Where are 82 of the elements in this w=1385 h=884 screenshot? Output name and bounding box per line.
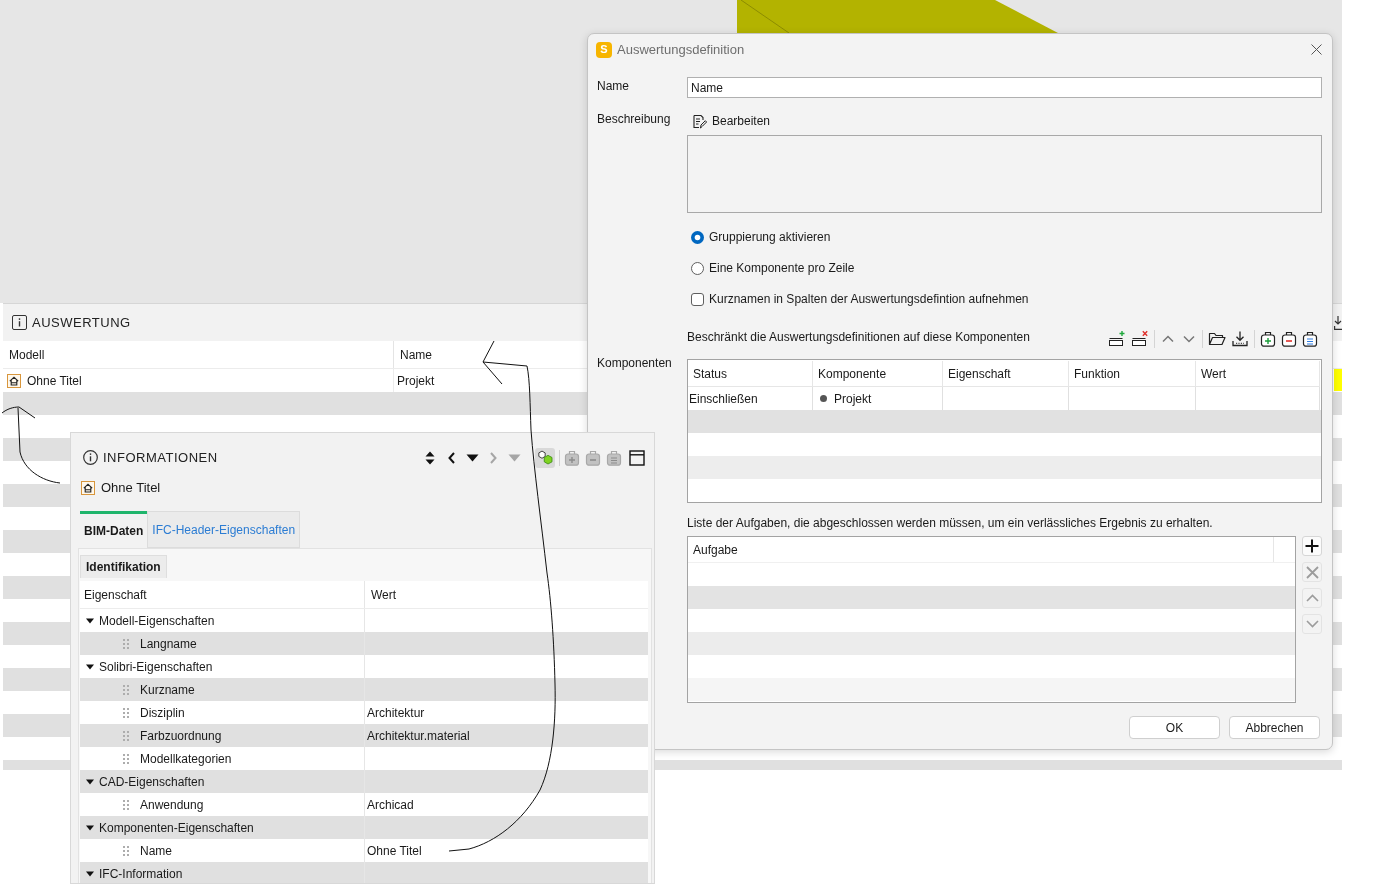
app-logo: S (596, 41, 612, 58)
column-header[interactable]: Modell (3, 341, 393, 368)
grip-icon (123, 707, 129, 718)
plus-icon (1305, 539, 1319, 553)
tree-item[interactable]: Kurzname (140, 680, 195, 699)
dialog-title: Auswertungsdefinition (617, 40, 745, 59)
table-cell-text: Projekt (834, 390, 872, 408)
column-header[interactable]: Eigenschaft (80, 581, 364, 608)
dialog-button[interactable]: OK (1129, 716, 1220, 739)
house-icon (81, 481, 95, 495)
panel-title: INFORMATIONEN (103, 448, 218, 467)
remove-row-icon[interactable] (1131, 330, 1149, 348)
close-icon[interactable] (1311, 44, 1322, 55)
house-icon (7, 373, 21, 388)
chevron-down-icon (1305, 620, 1319, 628)
chevron-up-icon (1305, 594, 1319, 602)
grip-icon (123, 799, 129, 810)
tree-item[interactable]: IFC-Information (99, 864, 183, 883)
column-header[interactable]: Funktion (1069, 361, 1196, 387)
property-value: Architektur (367, 704, 425, 722)
column-header[interactable]: Eigenschaft (943, 361, 1069, 387)
section-caption: Liste der Aufgaben, die abgeschlossen werden müssen, um ein verlässliches Ergebnis zu erhalten. (687, 515, 1214, 531)
field-label: Beschreibung (597, 111, 672, 128)
panel-title: AUSWERTUNG (32, 313, 131, 332)
table-cell (1334, 369, 1342, 391)
column-header[interactable]: Aufgabe (688, 537, 1273, 562)
tree-item[interactable]: Modellkategorien (140, 749, 232, 768)
bag-lines-icon[interactable] (1302, 331, 1318, 347)
dialog-button[interactable]: Abbrechen (1229, 716, 1320, 739)
grip-icon (123, 684, 129, 695)
grip-icon (123, 845, 129, 856)
description-field[interactable] (687, 135, 1322, 213)
triangle-down-icon[interactable] (86, 778, 94, 785)
field-label: Komponenten (597, 355, 673, 371)
edit-button[interactable]: Bearbeiten (687, 111, 771, 131)
tree-item[interactable]: Langname (140, 634, 197, 653)
name-field[interactable]: Name (687, 77, 1322, 98)
column-header[interactable]: Wert (1196, 361, 1320, 387)
bag-minus-icon[interactable] (1281, 331, 1297, 347)
tree-item[interactable]: Modell-Eigenschaften (99, 611, 215, 630)
property-value: Architektur.material (367, 727, 470, 745)
radio-button[interactable] (691, 230, 704, 244)
folder-icon[interactable] (1208, 331, 1226, 347)
table-cell-text: Ohne Titel (27, 372, 82, 390)
triangle-down-icon[interactable] (86, 663, 94, 670)
tab[interactable]: IFC-Header-Eigenschaften (147, 511, 301, 548)
option-label[interactable]: Gruppierung aktivieren (709, 228, 831, 246)
property-value: Ohne Titel (367, 842, 422, 860)
tree-item[interactable]: Name (140, 841, 172, 860)
add-row-icon[interactable] (1108, 330, 1126, 348)
model-name: Ohne Titel (101, 479, 161, 498)
info-icon (12, 315, 27, 330)
field-label: Name (597, 78, 630, 95)
tree-item[interactable]: Anwendung (140, 795, 204, 814)
column-header[interactable]: Komponente (813, 361, 943, 387)
bag-plus-icon[interactable] (1260, 331, 1276, 347)
info-icon (83, 450, 98, 465)
grip-icon (123, 753, 129, 764)
tree-item[interactable]: CAD-Eigenschaften (99, 772, 205, 791)
download-icon[interactable] (1334, 316, 1342, 330)
option-label[interactable]: Eine Komponente pro Zeile (709, 259, 855, 277)
download-icon[interactable] (1231, 330, 1249, 348)
property-value: Archicad (367, 796, 414, 814)
checkbox[interactable] (691, 292, 704, 306)
cross-icon (1305, 565, 1319, 579)
tree-item[interactable]: Solibri-Eigenschaften (99, 657, 213, 676)
bullet-icon (820, 395, 827, 402)
section-caption: Beschränkt die Auswertungsdefinitionen auf diese Komponenten (687, 329, 1030, 345)
grip-icon (123, 638, 129, 649)
triangle-down-icon[interactable] (86, 870, 94, 877)
tab[interactable]: Identifikation (80, 555, 167, 578)
tree-item[interactable]: Farbzuordnung (140, 726, 222, 745)
triangle-down-icon[interactable] (86, 824, 94, 831)
column-header[interactable]: Status (688, 361, 813, 387)
triangle-down-icon[interactable] (86, 617, 94, 624)
grip-icon (123, 730, 129, 741)
radio-button[interactable] (691, 261, 704, 275)
add-button[interactable] (1302, 536, 1322, 556)
tree-item[interactable]: Disziplin (140, 703, 185, 722)
column-header[interactable]: Wert (364, 581, 648, 608)
option-label[interactable]: Kurznamen in Spalten der Auswertungsdefintion aufnehmen (709, 290, 1029, 308)
edit-icon (692, 113, 707, 129)
